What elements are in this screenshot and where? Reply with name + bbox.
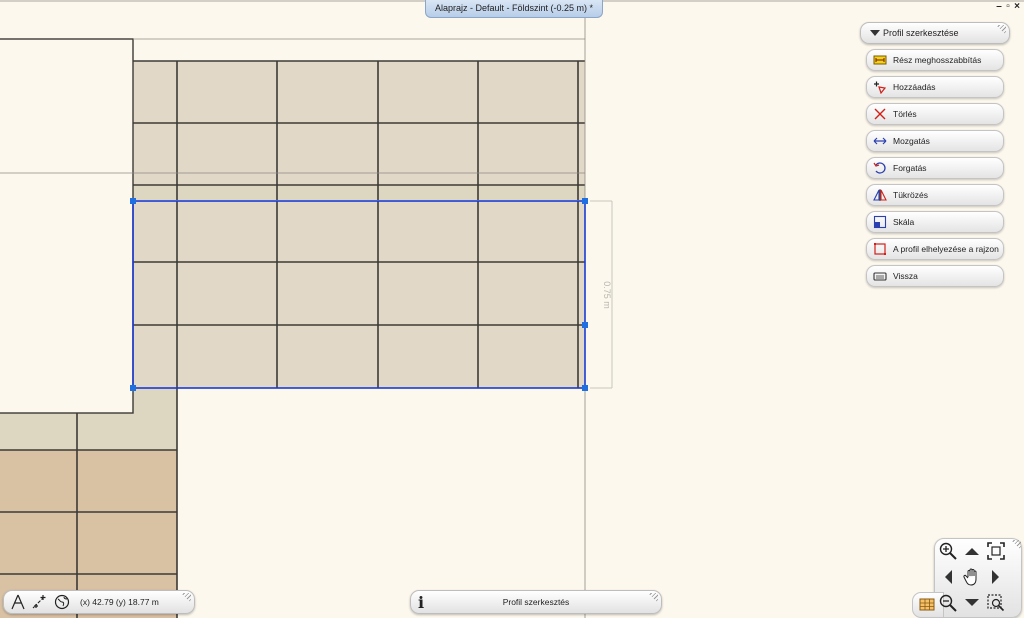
mirror-icon: [873, 189, 887, 201]
collapse-triangle-icon: [870, 30, 880, 36]
close-button[interactable]: ×: [1013, 1, 1022, 12]
back-button[interactable]: Vissza: [866, 265, 1004, 287]
room-outline: [0, 38, 134, 414]
delete-button[interactable]: Törlés: [866, 103, 1004, 125]
restore-button[interactable]: ▫: [1004, 1, 1013, 12]
extend-segment-button[interactable]: Rész meghosszabbítás: [866, 49, 1004, 71]
snap-point-icon[interactable]: [31, 594, 47, 610]
zoom-in-icon[interactable]: [938, 541, 958, 561]
upper-tile-field: [133, 60, 585, 200]
coordinate-bar: (x) 42.79 (y) 18.77 m: [3, 590, 195, 614]
layer-icon[interactable]: [917, 595, 937, 615]
place-profile-icon: [874, 243, 886, 255]
status-text: Profil szerkesztés: [502, 597, 570, 607]
move-icon: [873, 137, 887, 145]
scale-button[interactable]: Skála: [866, 211, 1004, 233]
rotate-icon: [873, 162, 886, 174]
selected-tile-field: [133, 201, 585, 388]
zoom-out-icon[interactable]: [938, 593, 958, 613]
hand-pan-icon[interactable]: [962, 567, 982, 587]
pan-left-icon[interactable]: [938, 567, 958, 587]
resize-grip-icon: [996, 25, 1006, 35]
resize-grip-icon: [181, 593, 191, 603]
status-bar: i Profil szerkesztés: [410, 590, 662, 614]
handle-top-left[interactable]: [130, 198, 136, 204]
globe-icon[interactable]: [54, 594, 70, 610]
pan-right-icon[interactable]: [986, 567, 1006, 587]
view-title-tab[interactable]: Alaprajz - Default - Földszint (-0.25 m)…: [425, 0, 603, 18]
handle-top-right[interactable]: [582, 198, 588, 204]
window-controls: – ▫ ×: [995, 1, 1022, 12]
lower-left-tiles: [0, 388, 178, 618]
coordinate-readout: (x) 42.79 (y) 18.77 m: [80, 597, 159, 607]
scale-icon: [873, 215, 887, 229]
panel-header-label: Profil szerkesztése: [883, 28, 959, 38]
zoom-window-icon[interactable]: [986, 593, 1006, 613]
place-profile-button[interactable]: A profil elhelyezése a rajzon: [866, 238, 1004, 260]
back-icon: [873, 272, 887, 281]
extend-segment-icon: [873, 55, 887, 65]
rotate-button[interactable]: Forgatás: [866, 157, 1004, 179]
zoom-extents-icon[interactable]: [986, 541, 1006, 561]
pan-up-icon[interactable]: [962, 541, 982, 561]
add-node-button[interactable]: Hozzáadás: [866, 76, 1004, 98]
handle-mid-right[interactable]: [582, 322, 588, 328]
view-title: Alaprajz - Default - Földszint (-0.25 m)…: [434, 3, 594, 13]
dimension-label: 0.75 m: [602, 281, 612, 309]
minimize-button[interactable]: –: [995, 1, 1004, 12]
handle-bottom-right[interactable]: [582, 385, 588, 391]
delete-icon: [874, 108, 886, 120]
mirror-button[interactable]: Tükrözés: [866, 184, 1004, 206]
handle-bottom-left[interactable]: [130, 385, 136, 391]
north-arrow-icon[interactable]: [10, 594, 26, 610]
move-button[interactable]: Mozgatás: [866, 130, 1004, 152]
pan-down-icon[interactable]: [962, 593, 982, 613]
panel-header[interactable]: Profil szerkesztése: [860, 22, 1010, 44]
navigation-widget: [912, 538, 1022, 618]
add-node-icon: [874, 81, 887, 94]
